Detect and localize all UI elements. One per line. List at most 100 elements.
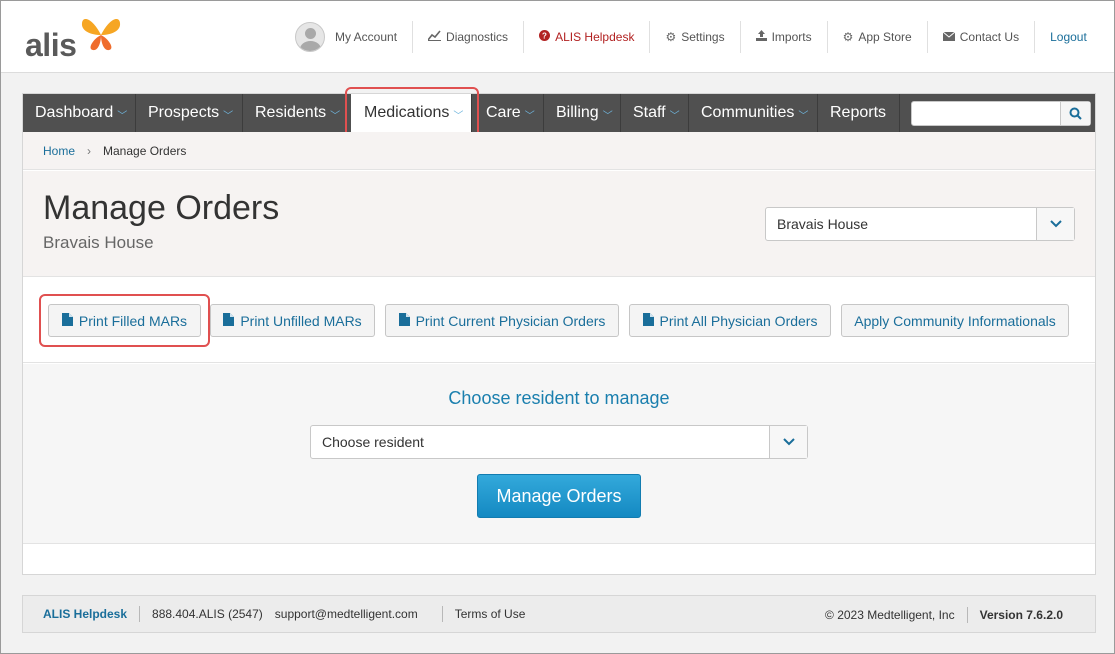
page-header: Manage Orders Bravais House Bravais Hous… bbox=[23, 171, 1095, 277]
breadcrumb: Home › Manage Orders bbox=[23, 132, 1095, 170]
main-nav: Dashboard ﹀ Prospects ﹀ Residents ﹀ Medicat… bbox=[23, 94, 1095, 132]
chevron-down-icon: ﹀ bbox=[602, 111, 613, 122]
line-chart-icon bbox=[427, 30, 442, 44]
nav-communities-label: Communities bbox=[701, 104, 795, 121]
gear-icon: ⚙ bbox=[665, 30, 677, 44]
breadcrumb-current: Manage Orders bbox=[103, 143, 187, 158]
helpdesk-label: ALIS Helpdesk bbox=[555, 30, 635, 44]
settings-link[interactable]: ⚙ Settings bbox=[649, 21, 739, 53]
imports-label: Imports bbox=[771, 30, 812, 44]
envelope-icon bbox=[942, 30, 956, 44]
footer: ALIS Helpdesk 888.404.ALIS (2547) suppor… bbox=[22, 595, 1096, 633]
nav-communities[interactable]: Communities ﹀ bbox=[689, 94, 818, 132]
print-current-physician-orders-button[interactable]: Print Current Physician Orders bbox=[385, 304, 619, 337]
footer-version: Version 7.6.2.0 bbox=[966, 607, 1095, 623]
top-bar: alis My Account Diagnostics ? ALIS Helpd… bbox=[1, 1, 1114, 73]
alis-logo[interactable]: alis bbox=[25, 13, 125, 63]
print-all-physician-orders-button[interactable]: Print All Physician Orders bbox=[629, 304, 831, 337]
apply-community-informationals-button[interactable]: Apply Community Informationals bbox=[841, 304, 1069, 337]
resident-select-toggle[interactable] bbox=[769, 426, 807, 458]
contact-us-link[interactable]: Contact Us bbox=[926, 21, 1034, 53]
page-title: Manage Orders bbox=[43, 189, 280, 227]
nav-residents-label: Residents bbox=[255, 104, 327, 121]
logout-label: Logout bbox=[1050, 30, 1087, 44]
chevron-down-icon: ﹀ bbox=[524, 111, 535, 122]
chevron-down-icon: ﹀ bbox=[223, 111, 234, 122]
nav-prospects[interactable]: Prospects ﹀ bbox=[136, 94, 243, 132]
nav-staff-label: Staff bbox=[633, 104, 666, 121]
community-select-toggle[interactable] bbox=[1036, 208, 1074, 240]
nav-dashboard[interactable]: Dashboard ﹀ bbox=[23, 94, 136, 132]
document-icon bbox=[61, 312, 73, 329]
chevron-down-icon: ﹀ bbox=[669, 111, 680, 122]
nav-dashboard-label: Dashboard bbox=[35, 104, 114, 121]
app-store-label: App Store bbox=[858, 30, 912, 44]
nav-medications[interactable]: Medications ﹀ bbox=[351, 94, 472, 132]
search-input[interactable] bbox=[911, 101, 1091, 126]
chevron-right-icon: › bbox=[87, 143, 92, 158]
question-circle-icon: ? bbox=[539, 30, 551, 44]
chevron-down-icon: ﹀ bbox=[798, 111, 809, 122]
my-account-link[interactable]: My Account bbox=[291, 21, 412, 53]
chevron-down-icon bbox=[782, 438, 795, 446]
nav-billing-label: Billing bbox=[556, 104, 599, 121]
top-links: My Account Diagnostics ? ALIS Helpdesk ⚙… bbox=[291, 21, 1102, 53]
diagnostics-link[interactable]: Diagnostics bbox=[412, 21, 523, 53]
nav-prospects-label: Prospects bbox=[148, 104, 220, 121]
community-select[interactable]: Bravais House bbox=[765, 207, 1075, 241]
gears-icon: ⚙ bbox=[842, 30, 854, 44]
print-filled-mars-label: Print Filled MARs bbox=[78, 312, 188, 329]
main-card: Dashboard ﹀ Prospects ﹀ Residents ﹀ Medicat… bbox=[22, 87, 1096, 575]
page-subtitle: Bravais House bbox=[43, 233, 154, 252]
nav-care-label: Care bbox=[486, 104, 521, 121]
footer-phone: 888.404.ALIS (2547) bbox=[139, 606, 275, 622]
search-button[interactable] bbox=[1060, 102, 1090, 125]
resident-select-placeholder: Choose resident bbox=[322, 434, 424, 450]
chevron-down-icon: ﹀ bbox=[330, 111, 341, 122]
avatar-icon bbox=[295, 22, 325, 52]
search-icon bbox=[1069, 107, 1082, 120]
manage-orders-button[interactable]: Manage Orders bbox=[477, 474, 641, 518]
chevron-down-icon: ﹀ bbox=[453, 111, 464, 122]
print-current-physician-orders-label: Print Current Physician Orders bbox=[415, 312, 606, 329]
nav-residents[interactable]: Residents ﹀ bbox=[243, 94, 347, 132]
footer-email[interactable]: support@medtelligent.com bbox=[275, 606, 430, 622]
document-icon bbox=[398, 312, 410, 329]
print-filled-mars-button[interactable]: Print Filled MARs bbox=[48, 304, 201, 337]
upload-icon bbox=[755, 30, 767, 44]
settings-label: Settings bbox=[681, 30, 725, 44]
butterfly-icon bbox=[81, 19, 121, 51]
nav-care[interactable]: Care ﹀ bbox=[474, 94, 544, 132]
app-store-link[interactable]: ⚙ App Store bbox=[826, 21, 927, 53]
nav-billing[interactable]: Billing ﹀ bbox=[544, 94, 621, 132]
chevron-down-icon: ﹀ bbox=[117, 111, 128, 122]
document-icon bbox=[642, 312, 654, 329]
choose-resident-label: Choose resident to manage bbox=[448, 388, 670, 408]
breadcrumb-home-link[interactable]: Home bbox=[43, 144, 75, 158]
nav-staff[interactable]: Staff ﹀ bbox=[621, 94, 689, 132]
chevron-down-icon bbox=[1049, 220, 1062, 228]
print-unfilled-mars-button[interactable]: Print Unfilled MARs bbox=[210, 304, 375, 337]
my-account-label: My Account bbox=[335, 30, 398, 44]
svg-text:?: ? bbox=[542, 32, 547, 41]
footer-terms-link[interactable]: Terms of Use bbox=[441, 606, 538, 622]
logout-link[interactable]: Logout bbox=[1034, 21, 1102, 53]
helpdesk-link[interactable]: ? ALIS Helpdesk bbox=[523, 21, 649, 53]
footer-copyright: © 2023 Medtelligent, Inc bbox=[825, 608, 955, 622]
footer-helpdesk-link[interactable]: ALIS Helpdesk bbox=[23, 606, 139, 622]
document-icon bbox=[223, 312, 235, 329]
nav-reports[interactable]: Reports bbox=[818, 94, 900, 132]
community-select-value: Bravais House bbox=[777, 216, 869, 232]
diagnostics-label: Diagnostics bbox=[446, 30, 509, 44]
nav-medications-label: Medications bbox=[364, 104, 450, 121]
apply-community-informationals-label: Apply Community Informationals bbox=[854, 312, 1056, 329]
manage-resident-section: Choose resident to manage Choose residen… bbox=[23, 364, 1095, 544]
print-unfilled-mars-label: Print Unfilled MARs bbox=[240, 312, 362, 329]
imports-link[interactable]: Imports bbox=[739, 21, 827, 53]
nav-reports-label: Reports bbox=[830, 104, 887, 121]
print-all-physician-orders-label: Print All Physician Orders bbox=[659, 312, 818, 329]
footer-right: © 2023 Medtelligent, Inc Version 7.6.2.0 bbox=[813, 607, 1095, 623]
logo-text: alis bbox=[25, 27, 77, 63]
contact-us-label: Contact Us bbox=[959, 30, 1020, 44]
resident-select[interactable]: Choose resident bbox=[310, 425, 808, 459]
